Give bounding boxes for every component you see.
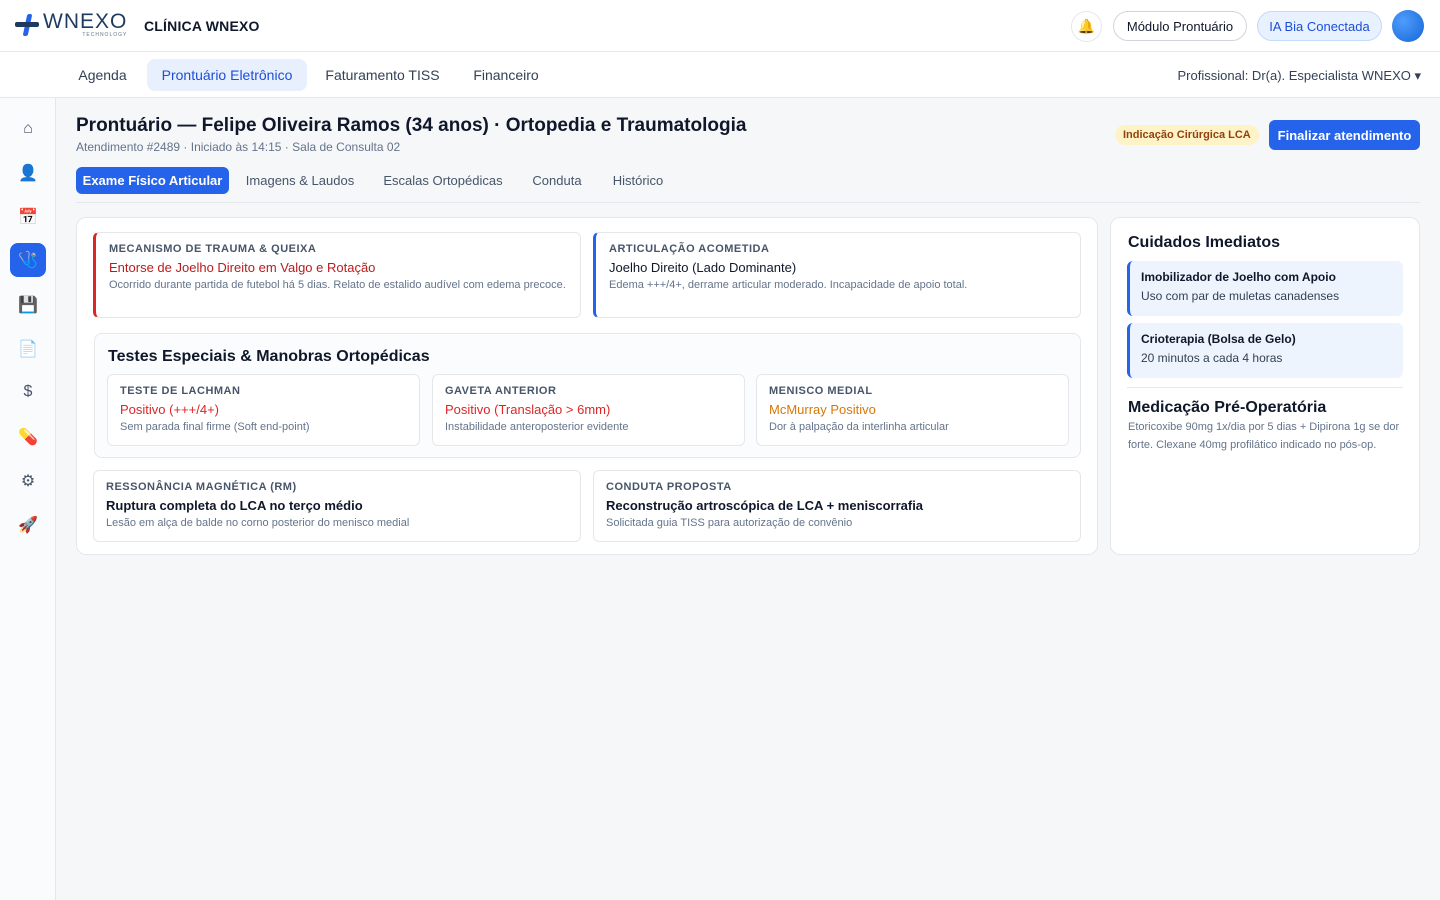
- care-item-title: Crioterapia (Bolsa de Gelo): [1141, 332, 1296, 346]
- professional-selector[interactable]: Profissional: Dr(a). Especialista WNEXO …: [1178, 68, 1421, 84]
- nav-tab-faturamento[interactable]: Faturamento TISS: [315, 59, 450, 91]
- status-badge: Indicação Cirúrgica LCA: [1115, 125, 1259, 145]
- pill-icon: 💊: [18, 429, 38, 446]
- joint-desc: Edema +++/4+, derrame articular moderado…: [609, 279, 968, 291]
- test-desc: Sem parada final firme (Soft end-point): [120, 421, 310, 433]
- record-tabs: Exame Físico Articular Imagens & Laudos …: [76, 167, 1420, 203]
- ia-status-button[interactable]: IA Bia Conectada: [1257, 11, 1382, 41]
- sidebar-item-calendar[interactable]: 📅: [10, 200, 46, 234]
- test-value: McMurray Positivo: [769, 402, 876, 417]
- sidebar-item-medical-record[interactable]: 🩺: [10, 243, 46, 277]
- test-label: Teste de Lachman: [120, 385, 241, 397]
- test-card-menisco: Menisco Medial McMurray Positivo Dor à p…: [756, 374, 1069, 446]
- sidebar-item-save[interactable]: 💾: [10, 288, 46, 322]
- sidebar-item-patients[interactable]: 👤: [10, 156, 46, 190]
- calendar-icon: 📅: [18, 209, 38, 226]
- page-title: Prontuário — Felipe Oliveira Ramos (34 a…: [76, 115, 747, 136]
- settings-icon: ⚙: [20, 473, 36, 490]
- bell-icon: 🔔: [1077, 18, 1096, 34]
- nav-tab-prontuario[interactable]: Prontuário Eletrônico: [147, 59, 307, 91]
- care-panel: Cuidados Imediatos Imobilizador de Joelh…: [1110, 217, 1420, 555]
- mri-desc: Lesão em alça de balde no corno posterio…: [106, 517, 410, 529]
- mri-box: Ressonância Magnética (RM) Ruptura compl…: [93, 470, 581, 542]
- page-subtitle: Atendimento #2489 · Iniciado às 14:15 · …: [76, 140, 401, 154]
- test-value: Positivo (+++/4+): [120, 402, 219, 417]
- top-bar: WNEXO TECHNOLOGY CLÍNICA WNEXO 🔔 Módulo …: [0, 0, 1440, 52]
- divider: [1127, 387, 1403, 388]
- trauma-label: Mecanismo de Trauma & Queixa: [109, 243, 317, 255]
- rocket-icon: 🚀: [18, 517, 38, 534]
- module-selector-button[interactable]: Módulo Prontuário: [1113, 11, 1247, 41]
- joint-box: Articulação Acometida Joelho Direito (La…: [593, 232, 1081, 318]
- logo-subtext: TECHNOLOGY: [82, 32, 128, 38]
- home-icon: ⌂: [23, 120, 33, 137]
- save-icon: 💾: [18, 297, 38, 314]
- test-desc: Dor à palpação da interlinha articular: [769, 421, 949, 433]
- logo-text: WNEXO: [43, 10, 128, 33]
- exam-card: Mecanismo de Trauma & Queixa Entorse de …: [76, 217, 1098, 555]
- tab-exame-fisico[interactable]: Exame Físico Articular: [76, 167, 229, 194]
- care-item-desc: Uso com par de muletas canadenses: [1141, 289, 1340, 303]
- tab-imagens-laudos[interactable]: Imagens & Laudos: [236, 167, 364, 194]
- user-avatar[interactable]: [1392, 10, 1424, 42]
- mri-value: Ruptura completa do LCA no terço médio: [106, 498, 363, 513]
- sidebar-item-launch[interactable]: 🚀: [10, 508, 46, 542]
- trauma-desc: Ocorrido durante partida de futebol há 5…: [109, 279, 566, 291]
- user-icon: 👤: [18, 165, 38, 182]
- wnexo-logo[interactable]: WNEXO TECHNOLOGY: [14, 11, 127, 38]
- trauma-value: Entorse de Joelho Direito em Valgo e Rot…: [109, 260, 376, 275]
- care-item-desc: 20 minutos a cada 4 horas: [1141, 351, 1283, 365]
- special-tests-section: Testes Especiais & Manobras Ortopédicas …: [94, 333, 1081, 458]
- joint-label: Articulação Acometida: [609, 243, 770, 255]
- test-card-gaveta: Gaveta Anterior Positivo (Translação > 6…: [432, 374, 745, 446]
- finish-appointment-button[interactable]: Finalizar atendimento: [1269, 120, 1420, 150]
- sidebar-item-documents[interactable]: 📄: [10, 332, 46, 366]
- plan-box: Conduta Proposta Reconstrução artroscópi…: [593, 470, 1081, 542]
- test-desc: Instabilidade anteroposterior evidente: [445, 421, 629, 433]
- plan-desc: Solicitada guia TISS para autorização de…: [606, 517, 853, 529]
- dollar-icon: $: [23, 383, 33, 400]
- sidebar-item-home[interactable]: ⌂: [10, 112, 46, 146]
- test-label: Gaveta Anterior: [445, 385, 557, 397]
- medical-record-icon: 🩺: [18, 252, 38, 269]
- tab-conduta[interactable]: Conduta: [522, 167, 592, 194]
- tab-historico[interactable]: Histórico: [602, 167, 674, 194]
- test-value: Positivo (Translação > 6mm): [445, 402, 611, 417]
- sidebar-item-settings[interactable]: ⚙: [10, 464, 46, 498]
- sidebar-item-medications[interactable]: 💊: [10, 420, 46, 454]
- nav-tab-financeiro[interactable]: Financeiro: [462, 59, 550, 91]
- test-card-lachman: Teste de Lachman Positivo (+++/4+) Sem p…: [107, 374, 420, 446]
- trauma-box: Mecanismo de Trauma & Queixa Entorse de …: [93, 232, 581, 318]
- sidebar-item-finance[interactable]: $: [10, 375, 46, 409]
- plan-value: Reconstrução artroscópica de LCA + menis…: [606, 498, 924, 513]
- special-tests-title: Testes Especiais & Manobras Ortopédicas: [108, 348, 430, 365]
- main-nav: Agenda Prontuário Eletrônico Faturamento…: [0, 52, 1440, 98]
- notifications-button[interactable]: 🔔: [1071, 11, 1102, 42]
- care-item: Imobilizador de Joelho com Apoio Uso com…: [1127, 261, 1403, 316]
- logo-cross-icon: [14, 12, 40, 38]
- medication-title: Medicação Pré-Operatória: [1128, 399, 1327, 416]
- sidebar: ⌂ 👤 📅 🩺 💾 📄 $ 💊 ⚙ 🚀: [0, 98, 56, 900]
- care-item-title: Imobilizador de Joelho com Apoio: [1141, 270, 1336, 284]
- clinic-name: CLÍNICA WNEXO: [144, 18, 260, 34]
- care-item: Crioterapia (Bolsa de Gelo) 20 minutos a…: [1127, 323, 1403, 378]
- nav-tab-agenda[interactable]: Agenda: [67, 59, 138, 91]
- care-panel-title: Cuidados Imediatos: [1128, 234, 1281, 251]
- test-label: Menisco Medial: [769, 385, 873, 397]
- joint-value: Joelho Direito (Lado Dominante): [609, 260, 797, 275]
- plan-label: Conduta Proposta: [606, 481, 732, 493]
- medication-text: Etoricoxibe 90mg 1x/dia por 5 dias + Dip…: [1128, 421, 1400, 451]
- document-icon: 📄: [18, 341, 38, 358]
- mri-label: Ressonância Magnética (RM): [106, 481, 297, 493]
- tab-escalas[interactable]: Escalas Ortopédicas: [373, 167, 513, 194]
